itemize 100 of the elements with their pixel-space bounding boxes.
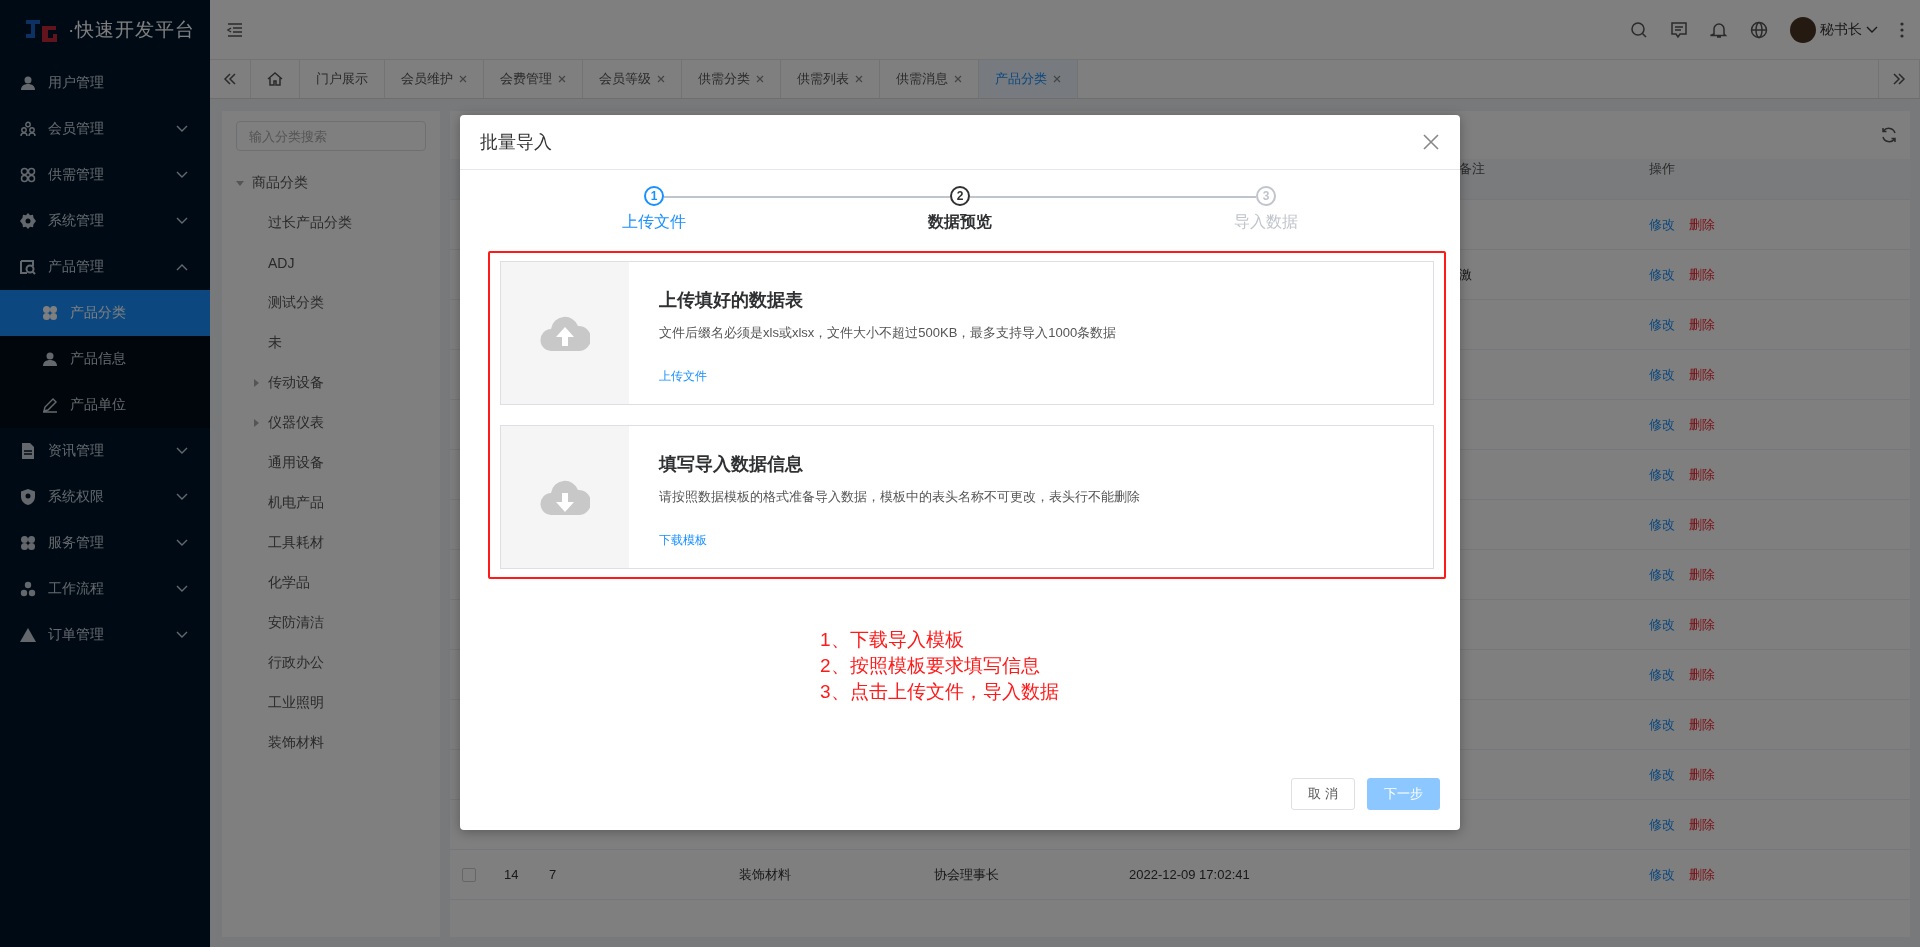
tree-node[interactable]: 传动设备 [268, 374, 324, 392]
sidebar-item[interactable]: 会员管理 [0, 106, 210, 152]
search-icon[interactable] [1630, 20, 1648, 39]
globe-icon[interactable] [1750, 20, 1768, 39]
edit-link[interactable]: 修改 [1649, 515, 1675, 534]
delete-link[interactable]: 删除 [1689, 715, 1715, 734]
edit-link[interactable]: 修改 [1649, 815, 1675, 834]
step-number: 2 [950, 186, 970, 206]
menu-fold-icon[interactable] [226, 20, 244, 39]
row-checkbox[interactable] [462, 867, 476, 882]
edit-link[interactable]: 修改 [1649, 265, 1675, 284]
delete-link[interactable]: 删除 [1689, 265, 1715, 284]
tab[interactable]: 会员维护 [385, 60, 484, 98]
bell-icon[interactable] [1710, 20, 1728, 39]
table-cell-text: 激 [1459, 265, 1473, 284]
delete-link[interactable]: 删除 [1689, 865, 1715, 884]
tab[interactable]: 门户展示 [300, 60, 385, 98]
close-icon[interactable] [558, 75, 566, 83]
tree-node[interactable]: ADJ [268, 255, 295, 271]
tree-node[interactable]: 安防清洁 [268, 614, 324, 632]
tree-node[interactable]: 未 [268, 334, 282, 352]
tab[interactable]: 产品分类 [979, 60, 1078, 98]
close-icon[interactable] [855, 75, 863, 83]
tab[interactable]: 会员等级 [583, 60, 682, 98]
delete-link[interactable]: 删除 [1689, 315, 1715, 334]
tree-node[interactable]: 工业照明 [268, 694, 324, 712]
user-name[interactable]: 秘书长 [1820, 20, 1862, 39]
tree-node[interactable]: 机电产品 [268, 494, 324, 512]
close-icon[interactable] [657, 75, 665, 83]
edit-link[interactable]: 修改 [1649, 215, 1675, 234]
sidebar-item[interactable]: 服务管理 [0, 520, 210, 566]
edit-link[interactable]: 修改 [1649, 865, 1675, 884]
more-icon[interactable] [1900, 20, 1904, 39]
delete-link[interactable]: 删除 [1689, 665, 1715, 684]
delete-link[interactable]: 删除 [1689, 515, 1715, 534]
tree-node[interactable]: 工具耗材 [268, 534, 324, 552]
sidebar-item[interactable]: 用户管理 [0, 60, 210, 106]
avatar[interactable] [1790, 16, 1816, 43]
delete-link[interactable]: 删除 [1689, 815, 1715, 834]
sidebar-item[interactable]: 资讯管理 [0, 428, 210, 474]
gear-icon [20, 213, 36, 229]
sidebar-item[interactable]: 供需管理 [0, 152, 210, 198]
tree-node[interactable]: 装饰材料 [268, 734, 324, 752]
edit-link[interactable]: 修改 [1649, 715, 1675, 734]
tab[interactable]: 供需列表 [781, 60, 880, 98]
table-cell-text: 协会理事长 [934, 865, 1000, 884]
tree-node[interactable]: 过长产品分类 [268, 214, 352, 232]
close-icon[interactable] [459, 75, 467, 83]
delete-link[interactable]: 删除 [1689, 415, 1715, 434]
brand-title: ·快速开发平台 [68, 18, 196, 42]
delete-link[interactable]: 删除 [1689, 615, 1715, 634]
delete-link[interactable]: 删除 [1689, 215, 1715, 234]
edit-link[interactable]: 修改 [1649, 415, 1675, 434]
dialog-title: 批量导入 [480, 131, 552, 154]
tree-node[interactable]: 仪器仪表 [268, 414, 324, 432]
tree-node[interactable]: 行政办公 [268, 654, 324, 672]
edit-link[interactable]: 修改 [1649, 465, 1675, 484]
close-icon[interactable] [756, 75, 764, 83]
card-link[interactable]: 上传文件 [659, 368, 707, 385]
close-icon[interactable] [954, 75, 962, 83]
table-cell-text: 7 [549, 867, 558, 882]
sidebar-item[interactable]: 产品管理 [0, 244, 210, 290]
sidebar-subitem[interactable]: 产品单位 [0, 382, 210, 428]
triangle-icon [20, 627, 36, 643]
chevron-down-icon[interactable] [1866, 25, 1878, 34]
caret-right-icon[interactable] [252, 419, 260, 427]
tree-node[interactable]: 商品分类 [252, 174, 308, 192]
edit-link[interactable]: 修改 [1649, 615, 1675, 634]
sidebar-item[interactable]: 订单管理 [0, 612, 210, 658]
delete-link[interactable]: 删除 [1689, 365, 1715, 384]
edit-link[interactable]: 修改 [1649, 765, 1675, 784]
pen-icon [42, 397, 58, 413]
edit-link[interactable]: 修改 [1649, 315, 1675, 334]
shield-icon [20, 489, 36, 505]
delete-link[interactable]: 删除 [1689, 765, 1715, 784]
column-header: 操作 [1649, 160, 1676, 178]
close-icon[interactable] [1053, 75, 1061, 83]
tab[interactable]: 会费管理 [484, 60, 583, 98]
tree-node[interactable]: 通用设备 [268, 454, 324, 472]
tree-node[interactable]: 测试分类 [268, 294, 324, 312]
delete-link[interactable]: 删除 [1689, 465, 1715, 484]
sidebar-subitem[interactable]: 产品分类 [0, 290, 210, 336]
sidebar-item[interactable]: 工作流程 [0, 566, 210, 612]
sidebar-item[interactable]: 系统管理 [0, 198, 210, 244]
home-icon[interactable] [266, 70, 284, 88]
tab[interactable]: 供需分类 [682, 60, 781, 98]
cancel-button[interactable]: 取 消 [1291, 778, 1355, 810]
delete-link[interactable]: 删除 [1689, 565, 1715, 584]
message-icon[interactable] [1670, 20, 1688, 39]
caret-right-icon[interactable] [252, 379, 260, 387]
close-icon[interactable] [1422, 133, 1440, 151]
sidebar-item[interactable]: 系统权限 [0, 474, 210, 520]
edit-link[interactable]: 修改 [1649, 665, 1675, 684]
sidebar-subitem[interactable]: 产品信息 [0, 336, 210, 382]
card-link[interactable]: 下载模板 [659, 532, 707, 549]
tree-node[interactable]: 化学品 [268, 574, 310, 592]
edit-link[interactable]: 修改 [1649, 365, 1675, 384]
edit-link[interactable]: 修改 [1649, 565, 1675, 584]
caret-down-icon[interactable] [236, 179, 244, 187]
refresh-icon[interactable] [1880, 126, 1898, 144]
